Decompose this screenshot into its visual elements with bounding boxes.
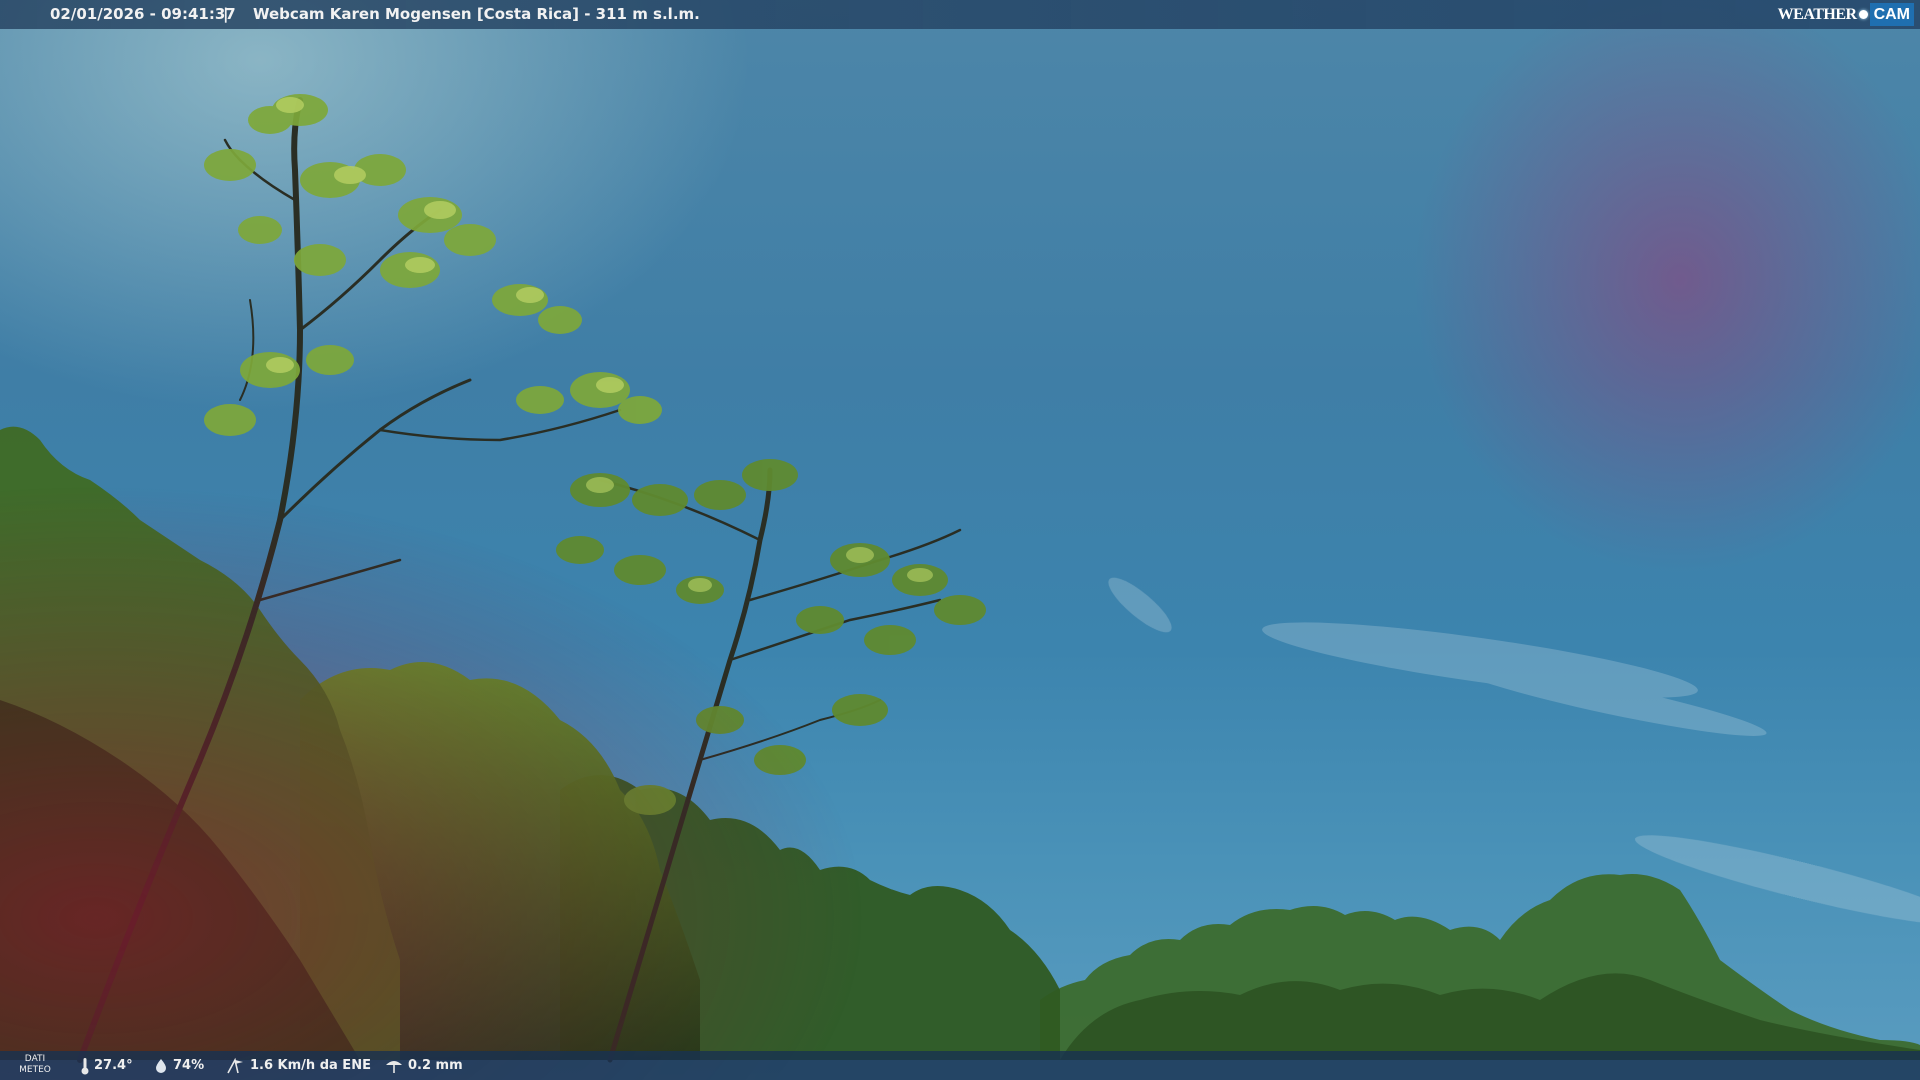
rain-value: 0.2 mm — [408, 1058, 463, 1073]
meteo-bar: DATI METEO 27.4° 74% 1.6 Km/h da ENE 0.2… — [0, 1051, 1920, 1080]
timestamp: 02/01/2026 - 09:41:37 — [50, 5, 236, 23]
meteo-label-line2: METEO — [19, 1065, 51, 1075]
meteo-label: DATI METEO — [18, 1054, 52, 1076]
humidity-reading: 74% — [153, 1051, 204, 1080]
wind-value: 1.6 Km/h da ENE — [250, 1058, 371, 1073]
temperature-reading: 27.4° — [80, 1051, 133, 1080]
lens-flare — [0, 0, 1920, 1080]
humidity-value: 74% — [173, 1058, 205, 1073]
wind-icon — [227, 1057, 243, 1073]
logo-text-weather: WEATHER — [1777, 6, 1857, 23]
temperature-value: 27.4° — [94, 1058, 133, 1073]
webcam-scene — [0, 0, 1920, 1080]
thermometer-icon — [81, 1057, 89, 1074]
webcam-frame: 02/01/2026 - 09:41:37 | Webcam Karen Mog… — [0, 0, 1920, 1080]
logo-dot-icon — [1858, 10, 1868, 19]
wind-reading: 1.6 Km/h da ENE — [226, 1051, 371, 1080]
header-separator: | — [223, 5, 229, 23]
droplet-icon — [156, 1058, 166, 1073]
weathercam-logo: WEATHER CAM — [1778, 3, 1914, 26]
rain-gauge-icon — [386, 1060, 402, 1073]
webcam-title: Webcam Karen Mogensen [Costa Rica] - 311… — [253, 5, 700, 23]
rain-reading: 0.2 mm — [384, 1051, 463, 1080]
meteo-label-line1: DATI — [24, 1054, 46, 1064]
header-bar: 02/01/2026 - 09:41:37 | Webcam Karen Mog… — [0, 0, 1920, 29]
logo-text-cam: CAM — [1869, 3, 1914, 26]
